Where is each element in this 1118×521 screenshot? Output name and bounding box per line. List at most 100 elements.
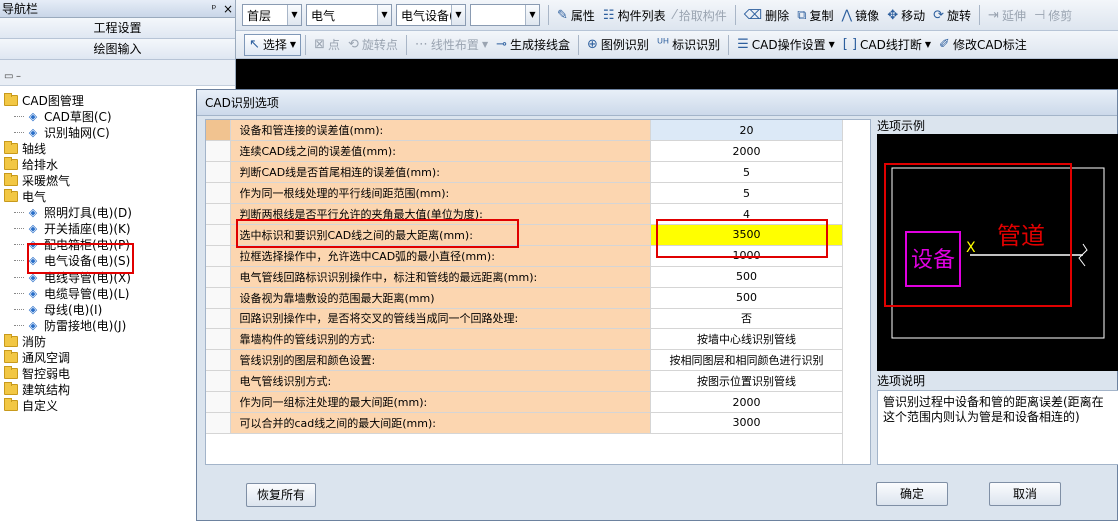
row-header (206, 412, 231, 434)
row-header (206, 245, 231, 267)
mirror-button[interactable]: ⋀ 镜像 (838, 4, 884, 26)
tree-connector (14, 131, 24, 133)
tree-item-label: 母线(电)(I) (44, 302, 103, 317)
option-value[interactable]: 按图示位置识别管线 (650, 370, 844, 393)
separator (578, 34, 580, 55)
nav-title: 导航栏 (2, 2, 39, 16)
legend-recognize-label: 图例识别 (600, 38, 649, 52)
option-label: 作为同一根线处理的平行线间距范围(mm): (230, 182, 651, 205)
option-row[interactable]: 作为同一组标注处理的最大间距(mm): 2000 (206, 391, 844, 413)
pin-icon[interactable]: ᵖ (207, 2, 221, 15)
separator (734, 5, 736, 25)
modify-cad-button[interactable]: ✐ 修改CAD标注 (935, 34, 1031, 56)
copy-label: 复制 (809, 8, 834, 23)
rotate-button[interactable]: ⟳ 旋转 (929, 4, 975, 26)
main-toolbar: 首层 ▼ 电气 ▼ 电气设备( ▼ ▼ ✎ 属性 ☷ 构件列表 ⁄ 拾取构件 ⌫ 删除 … (236, 0, 1118, 31)
annotation-box-tree (27, 243, 134, 274)
tree-item-label: CAD草图(C) (44, 109, 112, 124)
tree-connector (14, 324, 24, 326)
copy-icon: ⧉ (797, 7, 807, 23)
pick-component-button[interactable]: ⁄ 拾取构件 (670, 4, 731, 26)
folder-icon (4, 350, 18, 364)
grid-scroll-area[interactable] (842, 120, 870, 464)
cad-settings-label: CAD操作设置 (751, 38, 826, 52)
chevron-down-icon: ▼ (481, 40, 489, 49)
pipe-label: 管道 (997, 222, 1045, 250)
floor-select[interactable]: 首层 ▼ (242, 4, 302, 26)
drawing-input-button[interactable]: 绘图输入 (0, 39, 235, 60)
cad-settings-button[interactable]: ☰ CAD操作设置 ▼ (733, 34, 839, 56)
junction-box-icon: ⊸ (496, 37, 507, 52)
trim-button[interactable]: ⊣ 修剪 (1030, 4, 1076, 26)
settings-icon: ☰ (737, 37, 749, 52)
restore-all-button[interactable]: 恢复所有 (246, 483, 316, 507)
dialog-title: CAD识别选项 (197, 90, 1117, 116)
close-icon[interactable]: × (221, 2, 235, 16)
option-row[interactable]: 设备视为靠墙敷设的范围最大距离(mm) 500 (206, 287, 844, 309)
extend-button[interactable]: ⇥ 延伸 (984, 4, 1030, 26)
option-value[interactable]: 500 (650, 287, 844, 309)
rotate-point-button[interactable]: ⟲ 旋转点 (344, 34, 402, 56)
point-button[interactable]: ⊠ 点 (310, 34, 344, 56)
attribute-button[interactable]: ✎ 属性 (553, 4, 599, 26)
option-value[interactable]: 20 (650, 120, 844, 142)
collapse-icon[interactable]: ▭ (4, 71, 13, 82)
tree-connector (14, 292, 24, 294)
option-value[interactable]: 5 (650, 161, 844, 184)
option-value[interactable]: 500 (650, 266, 844, 288)
device-label: 设备 (911, 248, 955, 273)
option-value[interactable]: 5 (650, 182, 844, 205)
modify-cad-label: 修改CAD标注 (952, 38, 1027, 52)
option-value[interactable]: 按墙中心线识别管线 (650, 328, 844, 351)
option-row[interactable]: 靠墙构件的管线识别的方式: 按墙中心线识别管线 (206, 328, 844, 351)
discipline-select[interactable]: 电气 ▼ (306, 4, 392, 26)
move-button[interactable]: ✥ 移动 (883, 4, 929, 26)
ok-button[interactable]: 确定 (876, 482, 948, 506)
component-list-button[interactable]: ☷ 构件列表 (599, 4, 670, 26)
rotate-icon: ⟳ (933, 7, 945, 23)
tree-connector (14, 308, 24, 310)
pick-icon: ⁄ (673, 7, 676, 23)
option-row[interactable]: 判断CAD线是否首尾相连的误差值(mm): 5 (206, 161, 844, 184)
copy-button[interactable]: ⧉ 复制 (793, 4, 837, 26)
option-row[interactable]: 电气管线识别方式: 按图示位置识别管线 (206, 370, 844, 393)
row-header (206, 203, 231, 225)
option-row[interactable]: 连续CAD线之间的误差值(mm): 2000 (206, 140, 844, 163)
annotation-box-value (656, 219, 828, 258)
edit-label-icon: ✐ (939, 37, 950, 52)
option-value[interactable]: 否 (650, 308, 844, 330)
line-layout-button[interactable]: ⋯ 线性布置 ▼ (411, 34, 492, 56)
options-grid: 设备和管连接的误差值(mm): 20 连续CAD线之间的误差值(mm): 2000 判断… (205, 119, 871, 465)
option-value[interactable]: 3000 (650, 412, 844, 434)
option-row[interactable]: 可以合并的cad线之间的最大间距(mm): 3000 (206, 412, 844, 434)
cad-break-button[interactable]: [ ] CAD线打断 ▼ (839, 34, 935, 56)
legend-recognize-button[interactable]: ⊕ 图例识别 (583, 34, 653, 56)
project-settings-button[interactable]: 工程设置 (0, 18, 235, 39)
drawing-canvas[interactable] (236, 59, 1118, 89)
option-value[interactable]: 按相同图层和相同颜色进行识别 (650, 349, 844, 372)
option-value[interactable]: 2000 (650, 140, 844, 163)
explain-panel: 选项说明 管识别过程中设备和管的距离误差(距离在这个范围内则认为管是和设备相连的… (877, 374, 1118, 465)
component-select[interactable]: ▼ (470, 4, 540, 26)
cancel-button[interactable]: 取消 (989, 482, 1061, 506)
row-header (206, 182, 231, 205)
delete-button[interactable]: ⌫ 删除 (740, 4, 793, 26)
option-row[interactable]: 回路识别操作中，是否将交叉的管线当成同一个回路处理: 否 (206, 308, 844, 330)
option-row[interactable]: 作为同一根线处理的平行线间距范围(mm): 5 (206, 182, 844, 205)
mark-recognize-button[interactable]: ᵁᴴ 标识识别 (653, 34, 724, 56)
option-row[interactable]: 设备和管连接的误差值(mm): 20 (206, 120, 844, 142)
option-row[interactable]: 电气管线回路标识识别操作中，标注和管线的最远距离(mm): 500 (206, 266, 844, 288)
tree-line-icon: – (16, 71, 21, 82)
line-layout-label: 线性布置 (430, 38, 479, 52)
select-button[interactable]: ↖ 选择 ▼ (244, 33, 302, 56)
generate-box-button[interactable]: ⊸ 生成接线盒 (492, 34, 574, 56)
option-value[interactable]: 2000 (650, 391, 844, 413)
folder-icon (4, 140, 18, 154)
example-diagram: 设备 X 管道 (884, 163, 1105, 339)
explain-title: 选项说明 (877, 374, 926, 388)
row-header (206, 391, 231, 413)
type-select[interactable]: 电气设备( ▼ (396, 4, 466, 26)
folder-icon (4, 398, 18, 412)
option-row[interactable]: 管线识别的图层和颜色设置: 按相同图层和相同颜色进行识别 (206, 349, 844, 372)
component-icon: ◈ (28, 302, 38, 316)
